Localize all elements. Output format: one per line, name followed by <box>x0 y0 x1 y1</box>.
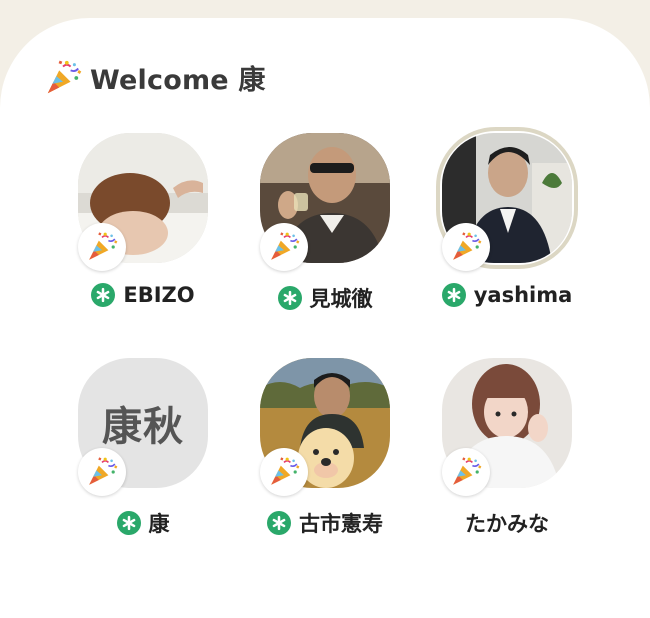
user-card-takamina[interactable]: たかみな <box>422 358 592 558</box>
user-name-row: yashima <box>422 283 592 307</box>
user-name: EBIZO <box>123 283 195 307</box>
online-status-icon <box>267 511 291 535</box>
welcome-title: Welcome 康 <box>90 65 266 96</box>
party-popper-icon <box>450 231 482 263</box>
party-popper-icon <box>86 456 118 488</box>
user-card-furuichi[interactable]: 古市憲寿 <box>240 358 410 558</box>
online-status-icon <box>91 283 116 307</box>
party-badge <box>78 448 126 496</box>
party-badge <box>260 223 308 271</box>
online-status-icon <box>441 283 466 307</box>
welcome-card: Welcome 康 EBIZO 見城徹 yashima 康秋 康 古市憲寿 たか… <box>0 18 650 618</box>
party-popper-icon <box>86 231 118 263</box>
user-name: 古市憲寿 <box>299 512 383 536</box>
party-badge <box>442 448 490 496</box>
user-card-kenjo[interactable]: 見城徹 <box>240 133 410 333</box>
party-badge <box>78 223 126 271</box>
party-badge <box>260 448 308 496</box>
user-name-row: 見城徹 <box>240 283 410 313</box>
user-name-row: 古市憲寿 <box>240 508 410 538</box>
party-popper-icon <box>268 456 300 488</box>
user-name: たかみな <box>465 512 549 536</box>
party-badge <box>442 223 490 271</box>
online-status-icon <box>277 286 302 310</box>
user-name: yashima <box>473 283 573 307</box>
user-name: 見城徹 <box>309 287 373 311</box>
user-card-yasushi[interactable]: 康秋 康 <box>58 358 228 558</box>
party-popper-icon <box>44 59 82 97</box>
user-name-row: 康 <box>58 508 228 538</box>
user-name-row: EBIZO <box>58 283 228 307</box>
online-status-icon <box>116 511 141 535</box>
party-popper-icon <box>268 231 300 263</box>
user-name: 康 <box>148 512 170 536</box>
user-card-yashima[interactable]: yashima <box>422 127 592 333</box>
user-card-ebizo[interactable]: EBIZO <box>58 133 228 333</box>
party-popper-icon <box>450 456 482 488</box>
welcome-header: Welcome 康 <box>44 58 266 97</box>
user-name-row: たかみな <box>422 508 592 538</box>
